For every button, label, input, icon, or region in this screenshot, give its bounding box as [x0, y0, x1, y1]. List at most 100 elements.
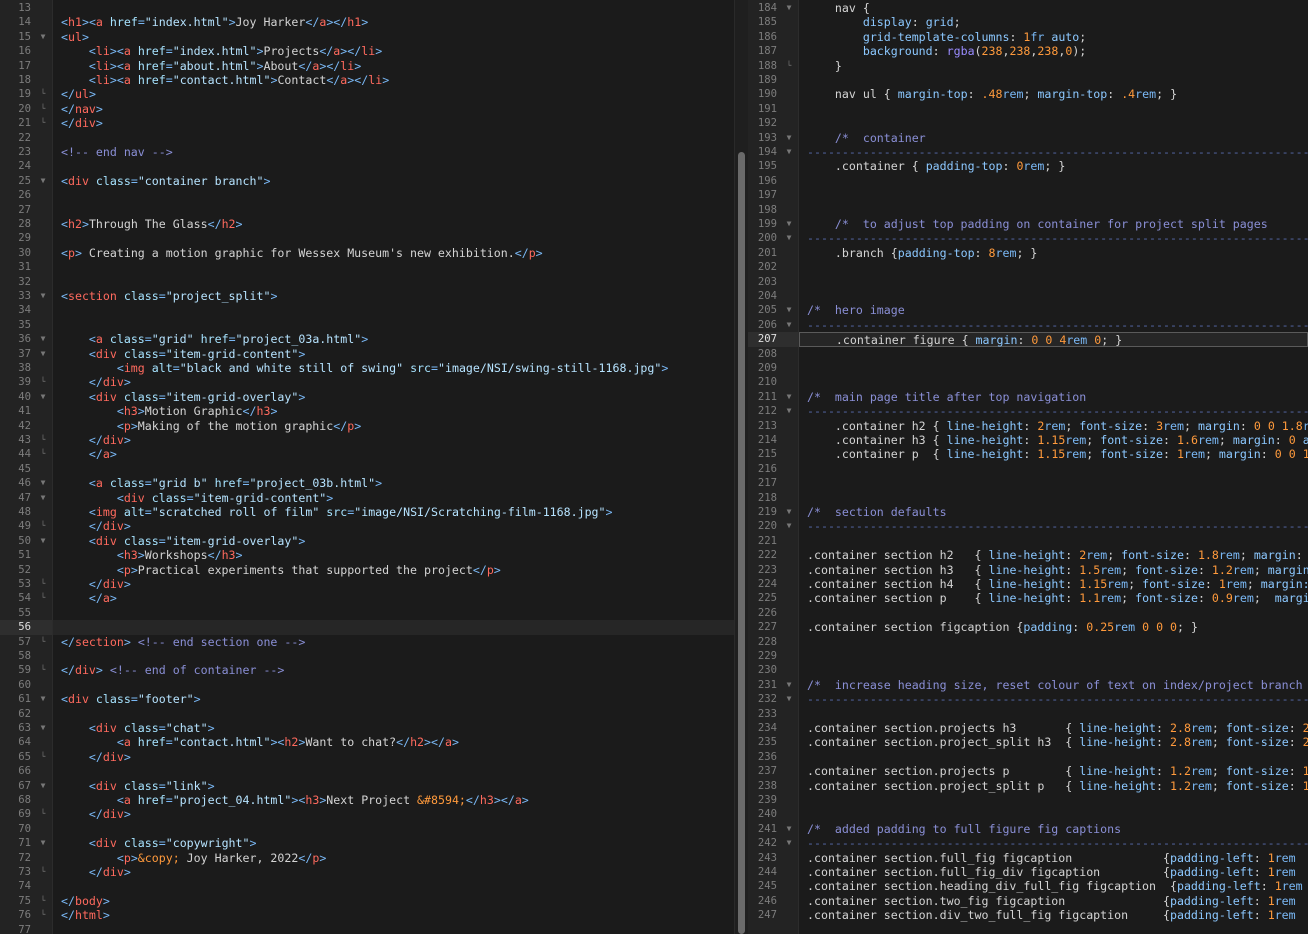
css-editor-pane[interactable]: 184 ▼ 185 186 187 188 └ 189 190 191 192 193 ▼ 194 ▼ 195… — [748, 0, 1308, 934]
code-line[interactable]: /* to adjust top padding on container fo… — [799, 217, 1308, 231]
fold-arrow-icon[interactable]: ▼ — [37, 30, 49, 44]
code-line[interactable]: grid-template-columns: 1fr auto; — [799, 30, 1308, 44]
code-line[interactable]: background: rgba(238,238,238,0); — [799, 44, 1308, 58]
code-line[interactable] — [53, 275, 734, 289]
code-line[interactable] — [799, 375, 1308, 389]
code-line[interactable]: <a class="grid b" href="project_03b.html… — [53, 476, 734, 490]
code-line[interactable]: .container section.two_fig figcaption {p… — [799, 894, 1308, 908]
code-line[interactable] — [799, 606, 1308, 620]
code-line[interactable] — [53, 707, 734, 721]
code-area[interactable]: <h1><a href="index.html">Joy Harker</a><… — [53, 0, 734, 934]
code-line[interactable] — [53, 606, 734, 620]
code-line[interactable] — [799, 289, 1308, 303]
code-line[interactable] — [53, 131, 734, 145]
code-line[interactable] — [799, 793, 1308, 807]
code-line[interactable]: /* main page title after top navigation — [799, 390, 1308, 404]
code-line[interactable]: </html> — [53, 908, 734, 922]
code-line[interactable]: <div class="item-grid-overlay"> — [53, 534, 734, 548]
code-line[interactable] — [799, 174, 1308, 188]
code-line[interactable]: ----------------------------------------… — [799, 318, 1308, 332]
code-line[interactable]: </ul> — [53, 87, 734, 101]
code-line[interactable]: .container section.div_two_full_fig figc… — [799, 908, 1308, 922]
code-line[interactable]: .container section.projects p { line-hei… — [799, 764, 1308, 778]
code-line[interactable] — [53, 822, 734, 836]
fold-arrow-icon[interactable]: ▼ — [783, 1, 795, 15]
code-line[interactable] — [799, 275, 1308, 289]
code-line[interactable]: /* hero image — [799, 303, 1308, 317]
code-line[interactable]: <div class="container branch"> — [53, 174, 734, 188]
fold-arrow-icon[interactable]: ▼ — [783, 303, 795, 317]
code-line[interactable]: <div class="item-grid-content"> — [53, 491, 734, 505]
code-line[interactable] — [799, 635, 1308, 649]
fold-arrow-icon[interactable]: ▼ — [783, 131, 795, 145]
fold-arrow-icon[interactable]: ▼ — [37, 491, 49, 505]
code-line[interactable] — [53, 159, 734, 173]
code-line[interactable]: .container section.full_fig_div figcapti… — [799, 865, 1308, 879]
code-line[interactable]: <li><a href="index.html">Projects</a></l… — [53, 44, 734, 58]
code-line[interactable] — [799, 116, 1308, 130]
code-line[interactable]: </div> — [53, 577, 734, 591]
fold-arrow-icon[interactable]: ▼ — [783, 692, 795, 706]
code-line[interactable] — [799, 347, 1308, 361]
code-line[interactable]: </div> — [53, 519, 734, 533]
code-line[interactable]: </body> — [53, 894, 734, 908]
fold-arrow-icon[interactable]: ▼ — [37, 779, 49, 793]
code-line[interactable] — [799, 649, 1308, 663]
code-line[interactable]: /* container — [799, 131, 1308, 145]
fold-arrow-icon[interactable]: ▼ — [37, 289, 49, 303]
fold-arrow-icon[interactable]: ▼ — [37, 836, 49, 850]
code-line[interactable] — [799, 750, 1308, 764]
code-line[interactable]: ----------------------------------------… — [799, 404, 1308, 418]
fold-arrow-icon[interactable]: ▼ — [783, 217, 795, 231]
code-area[interactable]: nav { display: grid; grid-template-colum… — [799, 0, 1308, 934]
code-line[interactable] — [799, 807, 1308, 821]
code-line[interactable]: <!-- end nav --> — [53, 145, 734, 159]
code-line[interactable]: .container section.project_split p { lin… — [799, 779, 1308, 793]
fold-arrow-icon[interactable]: ▼ — [783, 404, 795, 418]
code-line[interactable]: .branch {padding-top: 8rem; } — [799, 246, 1308, 260]
code-line[interactable]: <h2>Through The Glass</h2> — [53, 217, 734, 231]
fold-arrow-icon[interactable]: ▼ — [783, 836, 795, 850]
code-line[interactable]: <div class="chat"> — [53, 721, 734, 735]
code-line[interactable]: <a class="grid" href="project_03a.html"> — [53, 332, 734, 346]
fold-arrow-icon[interactable]: ▼ — [37, 347, 49, 361]
code-line[interactable]: .container section.project_split h3 { li… — [799, 735, 1308, 749]
fold-arrow-icon[interactable]: ▼ — [783, 318, 795, 332]
code-line[interactable]: display: grid; — [799, 15, 1308, 29]
code-line[interactable]: </div> — [53, 807, 734, 821]
fold-arrow-icon[interactable]: ▼ — [783, 390, 795, 404]
code-line[interactable] — [799, 260, 1308, 274]
code-line[interactable] — [799, 203, 1308, 217]
code-line[interactable] — [53, 678, 734, 692]
code-line[interactable]: <div class="footer"> — [53, 692, 734, 706]
code-line[interactable] — [53, 620, 734, 635]
code-line[interactable]: /* added padding to full figure fig capt… — [799, 822, 1308, 836]
code-line[interactable]: ----------------------------------------… — [799, 836, 1308, 850]
code-line[interactable] — [53, 188, 734, 202]
scrollbar-thumb[interactable] — [738, 152, 745, 934]
fold-arrow-icon[interactable]: ▼ — [37, 332, 49, 346]
fold-arrow-icon[interactable]: ▼ — [37, 534, 49, 548]
html-editor-pane[interactable]: 13 14 15 ▼ 16 17 18 19 └ 20 └ 21 └ 22 23 24 25 ▼ 26 27 28 29 3… — [0, 0, 734, 934]
code-line[interactable] — [799, 476, 1308, 490]
fold-arrow-icon[interactable]: ▼ — [783, 678, 795, 692]
code-line[interactable] — [799, 707, 1308, 721]
code-line[interactable]: nav ul { margin-top: .48rem; margin-top:… — [799, 87, 1308, 101]
fold-arrow-icon[interactable]: ▼ — [37, 390, 49, 404]
fold-arrow-icon[interactable]: ▼ — [783, 822, 795, 836]
code-line[interactable]: <p> Creating a motion graphic for Wessex… — [53, 246, 734, 260]
fold-arrow-icon[interactable]: ▼ — [783, 505, 795, 519]
fold-arrow-icon[interactable]: ▼ — [783, 145, 795, 159]
code-line[interactable]: <div class="copywright"> — [53, 836, 734, 850]
fold-arrow-icon[interactable]: ▼ — [37, 692, 49, 706]
code-line[interactable]: .container section h3 { line-height: 1.5… — [799, 563, 1308, 577]
code-line[interactable]: <section class="project_split"> — [53, 289, 734, 303]
code-line[interactable] — [799, 534, 1308, 548]
code-line[interactable]: .container section p { line-height: 1.1r… — [799, 591, 1308, 605]
code-line[interactable] — [799, 491, 1308, 505]
code-line[interactable]: </div> — [53, 433, 734, 447]
code-line[interactable]: </a> — [53, 591, 734, 605]
code-line[interactable] — [53, 462, 734, 476]
code-line[interactable]: .container section.projects h3 { line-he… — [799, 721, 1308, 735]
code-line[interactable]: <h3>Workshops</h3> — [53, 548, 734, 562]
